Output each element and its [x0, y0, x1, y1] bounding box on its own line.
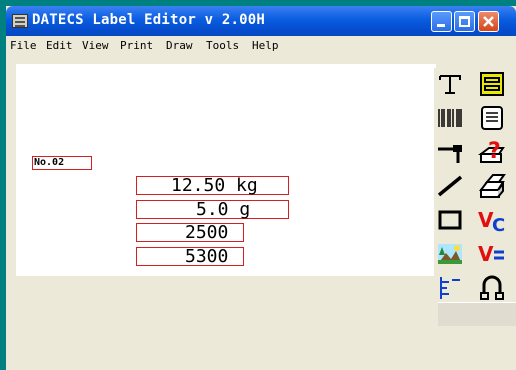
toolbox-footer [438, 302, 516, 326]
align-tool-button[interactable] [434, 272, 466, 304]
menu-view[interactable]: View [82, 39, 109, 52]
menu-file[interactable]: File [10, 39, 37, 52]
line-tool-icon [437, 175, 463, 197]
close-icon [483, 16, 494, 27]
maximize-icon [459, 16, 470, 27]
field-tool-icon [480, 72, 504, 96]
variable-c-button[interactable]: VC [476, 204, 508, 236]
close-button[interactable] [478, 11, 499, 32]
barcode-tool-button[interactable] [434, 102, 466, 134]
variable-eq-icon: V [478, 242, 504, 266]
line-tool-button[interactable] [434, 170, 466, 202]
list-tool-button[interactable] [476, 102, 508, 134]
menu-bar: File Edit View Print Draw Tools Help [6, 36, 516, 56]
image-tool-icon [438, 244, 462, 264]
printer-button[interactable] [476, 170, 508, 202]
title-bar[interactable]: DATECS Label Editor v 2.00H [6, 6, 516, 36]
menu-draw[interactable]: Draw [166, 39, 193, 52]
label-id-field[interactable]: No.02 [32, 156, 92, 170]
variable-eq-button[interactable]: V [476, 238, 508, 270]
align-tool-icon [440, 277, 460, 299]
print-help-icon: ? [478, 139, 505, 164]
list-tool-icon [481, 106, 503, 130]
image-tool-button[interactable] [434, 238, 466, 270]
svg-text:V: V [478, 242, 494, 266]
magnet-tool-icon [480, 275, 504, 300]
maximize-button[interactable] [454, 11, 475, 32]
menu-tools[interactable]: Tools [206, 39, 239, 52]
window-title: DATECS Label Editor v 2.00H [32, 12, 265, 28]
minimize-button[interactable] [431, 11, 452, 32]
label-canvas[interactable]: No.02 12.50 kg 5.0 g 2500 5300 [16, 64, 436, 276]
barcode-tool-icon [438, 109, 462, 127]
unit-weight-field[interactable]: 5.0 g [136, 200, 289, 219]
rectangle-tool-icon [438, 210, 462, 230]
svg-text:?: ? [488, 139, 501, 164]
total-field[interactable]: 5300 [136, 247, 244, 266]
minimize-icon [437, 24, 445, 27]
variable-c-icon: VC [478, 208, 505, 233]
rectangle-tool-button[interactable] [434, 204, 466, 236]
hline-tool-button[interactable] [434, 136, 466, 168]
weight-field[interactable]: 12.50 kg [136, 176, 289, 195]
printer-icon [479, 174, 506, 198]
magnet-tool-button[interactable] [476, 272, 508, 304]
menu-print[interactable]: Print [120, 39, 153, 52]
app-window: DATECS Label Editor v 2.00H File Edit Vi… [6, 6, 516, 370]
app-icon[interactable] [12, 14, 28, 28]
text-tool-button[interactable] [434, 68, 466, 100]
svg-text:C: C [492, 215, 505, 233]
toolbox-panel: ? VC V [434, 68, 516, 326]
field-tool-button[interactable] [476, 68, 508, 100]
print-help-button[interactable]: ? [476, 136, 508, 168]
hline-tool-icon [438, 145, 462, 163]
menu-help[interactable]: Help [252, 39, 279, 52]
menu-edit[interactable]: Edit [46, 39, 73, 52]
count-field[interactable]: 2500 [136, 223, 244, 242]
text-tool-icon [439, 75, 461, 94]
